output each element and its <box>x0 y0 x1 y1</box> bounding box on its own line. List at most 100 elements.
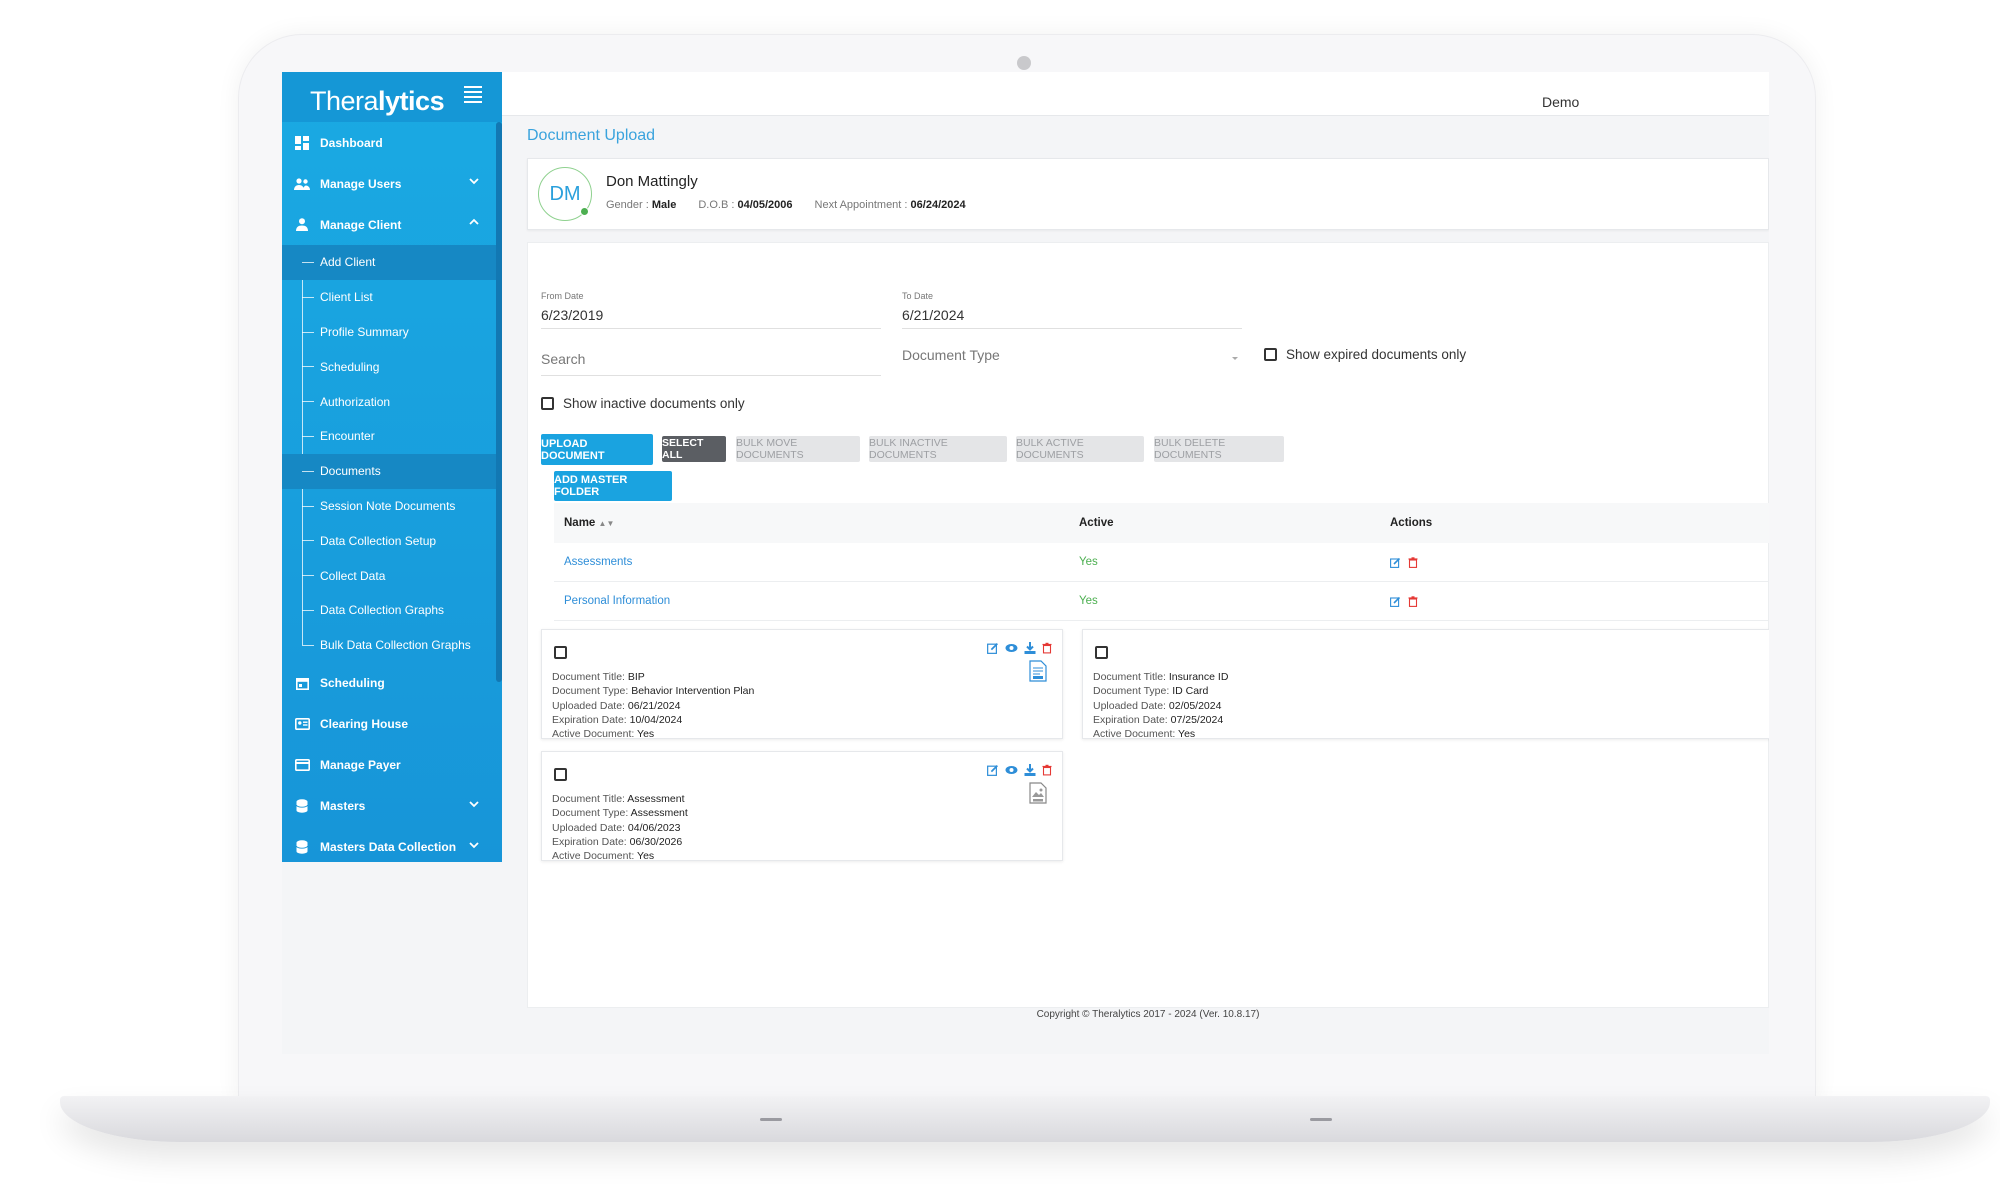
sidebar-subitem-profile-summary[interactable]: Profile Summary <box>282 315 502 350</box>
show-inactive-checkbox[interactable]: Show inactive documents only <box>541 396 745 411</box>
checkbox-box[interactable] <box>541 397 554 410</box>
document-type: ID Card <box>1172 685 1209 698</box>
delete-icon[interactable] <box>1408 556 1418 568</box>
next-appointment-label: Next Appointment : <box>814 199 908 211</box>
sidebar-item-clearing-house[interactable]: Clearing House <box>282 704 502 745</box>
base-notch <box>1310 1118 1332 1121</box>
delete-icon[interactable] <box>1042 764 1052 776</box>
chevron-up-icon <box>468 216 484 232</box>
edit-icon[interactable] <box>1390 596 1401 607</box>
document-type-select[interactable]: Document Type <box>902 347 1242 363</box>
folder-name-link[interactable]: Assessments <box>564 556 632 568</box>
sidebar-item-label: Masters <box>320 799 366 814</box>
bulk-active-button[interactable]: BULK ACTIVE DOCUMENTS <box>1016 436 1144 462</box>
document-select-checkbox[interactable] <box>554 646 567 659</box>
camera-dot <box>1017 56 1031 70</box>
sidebar-subitem-label: Profile Summary <box>320 324 409 339</box>
dashboard-icon <box>294 135 310 151</box>
sidebar-scrollbar[interactable] <box>496 122 502 682</box>
dob-value: 04/05/2006 <box>737 199 793 211</box>
sidebar-item-dashboard[interactable]: Dashboard <box>282 122 502 163</box>
sidebar-subitem-documents[interactable]: Documents <box>282 453 502 489</box>
sidebar-subitem-data-collection-setup[interactable]: Data Collection Setup <box>282 523 502 558</box>
sidebar-subitem-encounter[interactable]: Encounter <box>282 419 502 454</box>
sidebar-subitem-client-list[interactable]: Client List <box>282 280 502 315</box>
document-details: Document Title: Assessment Document Type… <box>552 792 688 863</box>
expiration-date-label: Expiration Date: <box>552 835 627 848</box>
sidebar-item-manage-payer[interactable]: Manage Payer <box>282 745 502 786</box>
upload-document-button[interactable]: UPLOAD DOCUMENT <box>541 434 653 465</box>
uploaded-date: 06/21/2024 <box>627 699 681 712</box>
sort-icon[interactable]: ▲▼ <box>599 519 615 528</box>
sidebar-item-label: Masters Data Collection <box>320 840 457 855</box>
view-icon[interactable] <box>1005 764 1018 776</box>
sidebar-subitem-label: Client List <box>320 290 373 305</box>
edit-icon[interactable] <box>1390 557 1401 568</box>
download-icon[interactable] <box>1024 764 1036 776</box>
edit-icon[interactable] <box>987 642 999 654</box>
sidebar-item-label: Scheduling <box>320 676 385 691</box>
sidebar-subitem-data-collection-graphs[interactable]: Data Collection Graphs <box>282 593 502 628</box>
user-menu[interactable]: Demo <box>1542 94 1579 110</box>
sidebar-item-manage-users[interactable]: Manage Users <box>282 163 502 204</box>
documents-panel: From Date 6/23/2019 To Date 6/21/2024 Se… <box>527 242 1769 1008</box>
active-document-label: Active Document: <box>1093 728 1176 741</box>
expiration-date-label: Expiration Date: <box>1093 713 1168 726</box>
bulk-inactive-button[interactable]: BULK INACTIVE DOCUMENTS <box>869 436 1007 462</box>
search-input[interactable]: Search <box>541 351 881 376</box>
document-select-checkbox[interactable] <box>1095 646 1108 659</box>
view-icon[interactable] <box>1005 642 1018 654</box>
brand-header: Theralytics <box>282 72 502 122</box>
delete-icon[interactable] <box>1042 642 1052 654</box>
doc-file-icon[interactable] <box>1028 660 1048 682</box>
sidebar-subitem-label: Data Collection Setup <box>320 533 437 548</box>
sidebar-subitem-label: Scheduling <box>320 359 380 374</box>
delete-icon[interactable] <box>1408 595 1418 607</box>
row-actions <box>1390 595 1418 607</box>
sidebar-subitem-bulk-data-collection-graphs[interactable]: Bulk Data Collection Graphs <box>282 628 502 663</box>
page-title: Document Upload <box>527 127 656 144</box>
sidebar-subitem-scheduling[interactable]: Scheduling <box>282 349 502 384</box>
sidebar-subitem-add-client[interactable]: Add Client <box>282 245 502 280</box>
name-column-header[interactable]: Name ▲▼ <box>564 517 614 529</box>
brand-logo[interactable]: Theralytics <box>310 86 445 117</box>
download-icon[interactable] <box>1024 642 1036 654</box>
edit-icon[interactable] <box>987 764 999 776</box>
sidebar-item-label: Clearing House <box>320 717 409 732</box>
to-date-field[interactable]: To Date 6/21/2024 <box>902 291 1242 329</box>
sidebar-subitem-authorization[interactable]: Authorization <box>282 384 502 419</box>
folder-name-link[interactable]: Personal Information <box>564 595 670 607</box>
image-file-icon[interactable] <box>1028 782 1048 804</box>
client-gender: Gender : Male <box>606 199 676 211</box>
sidebar-subitem-collect-data[interactable]: Collect Data <box>282 558 502 593</box>
bulk-move-button[interactable]: BULK MOVE DOCUMENTS <box>736 436 860 462</box>
sidebar-subitem-label: Encounter <box>320 429 375 444</box>
document-details: Document Title: BIP Document Type: Behav… <box>552 670 754 741</box>
sidebar-item-masters[interactable]: Masters <box>282 786 502 827</box>
uploaded-date-label: Uploaded Date: <box>552 821 625 834</box>
sidebar-item-scheduling[interactable]: Scheduling <box>282 663 502 704</box>
from-date-field[interactable]: From Date 6/23/2019 <box>541 291 881 329</box>
sidebar-subitem-label: Data Collection Graphs <box>320 603 445 618</box>
document-select-checkbox[interactable] <box>554 768 567 781</box>
sidebar-item-manage-client[interactable]: Manage Client <box>282 204 502 245</box>
bulk-delete-button[interactable]: BULK DELETE DOCUMENTS <box>1154 436 1284 462</box>
to-date-value[interactable]: 6/21/2024 <box>902 307 1242 323</box>
checkbox-box[interactable] <box>1264 348 1277 361</box>
menu-toggle-icon[interactable] <box>464 86 482 104</box>
table-header: Name ▲▼ Active Actions <box>554 503 1769 543</box>
sidebar-subitem-session-note-documents[interactable]: Session Note Documents <box>282 489 502 524</box>
select-all-button[interactable]: SELECT ALL <box>662 436 726 462</box>
show-expired-checkbox[interactable]: Show expired documents only <box>1264 347 1466 362</box>
from-date-value[interactable]: 6/23/2019 <box>541 307 881 323</box>
sidebar-subitem-label: Documents <box>320 464 381 479</box>
gender-value: Male <box>651 199 677 211</box>
document-title-label: Document Title: <box>1093 671 1166 683</box>
next-appointment-value: 06/24/2024 <box>910 199 966 211</box>
add-master-folder-button[interactable]: ADD MASTER FOLDER <box>554 471 672 501</box>
laptop-base <box>60 1096 1990 1142</box>
status-online-icon <box>580 207 589 216</box>
sidebar-item-masters-data-collection[interactable]: Masters Data Collection <box>282 827 502 868</box>
database-icon <box>294 839 310 855</box>
from-date-label: From Date <box>541 291 584 301</box>
